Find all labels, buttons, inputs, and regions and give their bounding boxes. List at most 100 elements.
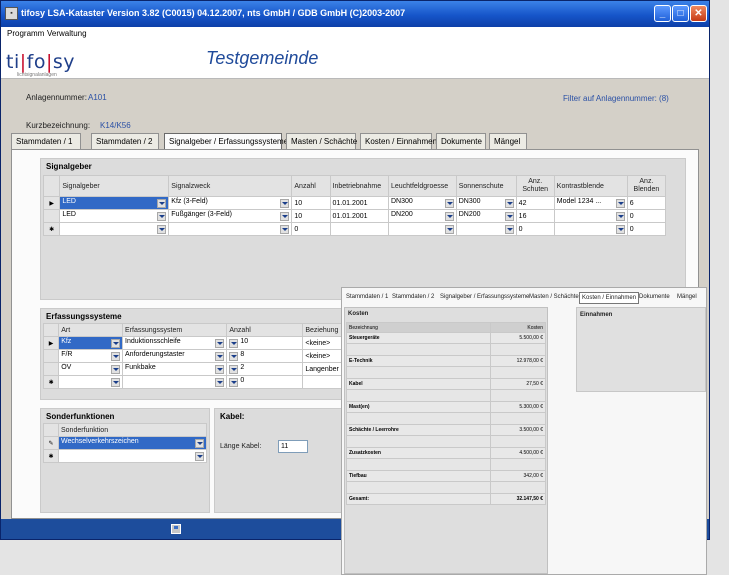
cell[interactable]: Anforderungstaster xyxy=(122,349,228,363)
dropdown-arrow-icon[interactable] xyxy=(280,225,290,234)
dropdown-arrow-icon[interactable] xyxy=(504,199,514,208)
cell[interactable]: 6 xyxy=(626,196,667,210)
cell[interactable] xyxy=(59,222,170,236)
table-row[interactable]: Kabel 27,50 € xyxy=(346,378,546,390)
dropdown-arrow-icon[interactable] xyxy=(157,225,167,234)
overlay-tab-masten[interactable]: Masten / Schächte xyxy=(527,292,581,304)
cell[interactable]: LED xyxy=(59,196,170,210)
cost-amount[interactable]: 342,00 € xyxy=(490,470,546,482)
table-row[interactable]: F/R Anforderungstaster 8 <keine> xyxy=(42,349,349,363)
cell[interactable] xyxy=(58,449,207,463)
cell[interactable]: 10 xyxy=(291,196,331,210)
table-row[interactable]: E-Technik 12.978,00 € xyxy=(346,355,546,367)
cost-amount[interactable]: 27,50 € xyxy=(490,378,546,390)
cell[interactable] xyxy=(387,222,457,236)
cell[interactable] xyxy=(553,222,628,236)
overlay-tab-signalgeber[interactable]: Signalgeber / Erfassungssysteme xyxy=(438,292,531,304)
dropdown-arrow-icon[interactable] xyxy=(444,225,454,234)
cell[interactable]: 0 xyxy=(626,222,667,236)
cell[interactable]: 01.01.2001 xyxy=(329,209,389,223)
cell[interactable]: 10 xyxy=(226,336,304,350)
dropdown-arrow-icon[interactable] xyxy=(111,365,121,374)
dropdown-arrow-icon[interactable] xyxy=(195,452,204,461)
tab-signalgeber[interactable]: Signalgeber / Erfassungssysteme xyxy=(164,133,288,150)
table-row[interactable]: Tiefbau 342,00 € xyxy=(346,470,546,482)
tab-masten[interactable]: Masten / Schächte xyxy=(286,133,357,149)
title-bar[interactable]: ▪ tifosy LSA-Kataster Version 3.82 (C001… xyxy=(1,1,709,27)
cost-amount[interactable]: 5.300,00 € xyxy=(490,401,546,413)
cell[interactable]: 10 xyxy=(291,209,331,223)
app-icon[interactable]: ▪ xyxy=(5,7,18,20)
cell[interactable]: 0 xyxy=(515,222,555,236)
minimize-icon[interactable]: _ xyxy=(654,5,671,22)
dropdown-arrow-icon[interactable] xyxy=(229,352,239,361)
cell[interactable]: DN200 xyxy=(387,209,457,223)
table-row[interactable]: LED Fußgänger (3-Feld) 10 01.01.2001 DN2… xyxy=(42,209,667,223)
cell[interactable]: Fußgänger (3-Feld) xyxy=(168,209,293,223)
overlay-tab-kosten[interactable]: Kosten / Einnahmen xyxy=(579,292,640,304)
table-row-new[interactable]: ✱ 0 0 0 xyxy=(42,222,667,236)
filter-status[interactable]: Filter auf Anlagennummer: (8) xyxy=(563,94,669,103)
laenge-kabel-input[interactable]: 11 xyxy=(278,440,308,453)
cell[interactable]: 0 xyxy=(626,209,667,223)
close-icon[interactable]: ✕ xyxy=(690,5,707,22)
dropdown-arrow-icon[interactable] xyxy=(195,439,204,448)
dropdown-arrow-icon[interactable] xyxy=(615,212,625,221)
dropdown-arrow-icon[interactable] xyxy=(215,378,225,387)
cell[interactable]: Kfz (3-Feld) xyxy=(168,196,293,210)
dropdown-arrow-icon[interactable] xyxy=(215,365,225,374)
dropdown-arrow-icon[interactable] xyxy=(157,199,167,208)
dropdown-arrow-icon[interactable] xyxy=(280,199,290,208)
cell[interactable]: LED xyxy=(59,209,170,223)
tab-maengel[interactable]: Mängel xyxy=(489,133,527,149)
overlay-tab-stammdaten-1[interactable]: Stammdaten / 1 xyxy=(344,292,390,304)
dropdown-arrow-icon[interactable] xyxy=(615,225,625,234)
cell[interactable] xyxy=(455,222,517,236)
cell[interactable]: 42 xyxy=(515,196,555,210)
dropdown-arrow-icon[interactable] xyxy=(444,212,454,221)
cell[interactable]: DN300 xyxy=(387,196,457,210)
table-row-new[interactable]: ✱ 0 xyxy=(42,375,349,389)
cell[interactable]: Wechselverkehrszeichen xyxy=(58,436,207,450)
dropdown-arrow-icon[interactable] xyxy=(215,339,225,348)
cell[interactable] xyxy=(329,222,389,236)
cell[interactable]: 01.01.2001 xyxy=(329,196,389,210)
cell[interactable]: 8 xyxy=(226,349,304,363)
tab-dokumente[interactable]: Dokumente xyxy=(436,133,486,149)
dropdown-arrow-icon[interactable] xyxy=(615,199,625,208)
cell[interactable]: Funkbake xyxy=(122,362,228,376)
tab-stammdaten-1[interactable]: Stammdaten / 1 xyxy=(11,133,81,149)
dropdown-arrow-icon[interactable] xyxy=(504,225,514,234)
dropdown-arrow-icon[interactable] xyxy=(215,352,225,361)
table-row-new[interactable]: ✱ xyxy=(43,449,207,463)
cost-amount[interactable]: 3.500,00 € xyxy=(490,424,546,436)
overlay-tab-maengel[interactable]: Mängel xyxy=(675,292,699,304)
table-row[interactable]: ▶ Kfz Induktionsschleife 10 <keine> xyxy=(42,336,349,350)
dropdown-arrow-icon[interactable] xyxy=(229,378,239,387)
cell[interactable]: ÖV xyxy=(58,362,124,376)
table-row[interactable]: Schächte / Leerrohre 3.500,00 € xyxy=(346,424,546,436)
cell[interactable] xyxy=(168,222,293,236)
cost-amount[interactable]: 12.978,00 € xyxy=(490,355,546,367)
dropdown-arrow-icon[interactable] xyxy=(444,199,454,208)
tab-stammdaten-2[interactable]: Stammdaten / 2 xyxy=(91,133,159,149)
cell[interactable] xyxy=(553,209,628,223)
save-icon[interactable] xyxy=(171,524,181,534)
cell[interactable]: DN200 xyxy=(455,209,517,223)
dropdown-arrow-icon[interactable] xyxy=(280,212,290,221)
cell[interactable]: Model 1234 ... xyxy=(553,196,628,210)
dropdown-arrow-icon[interactable] xyxy=(504,212,514,221)
cell[interactable]: 2 xyxy=(226,362,304,376)
cost-amount[interactable]: 5.500,00 € xyxy=(490,332,546,344)
cell[interactable]: Kfz xyxy=(58,336,124,350)
dropdown-arrow-icon[interactable] xyxy=(229,365,239,374)
cell[interactable] xyxy=(122,375,228,389)
cell[interactable]: 0 xyxy=(226,375,304,389)
cell[interactable]: F/R xyxy=(58,349,124,363)
table-row[interactable]: Mast(en) 5.300,00 € xyxy=(346,401,546,413)
cell[interactable]: 0 xyxy=(291,222,331,236)
table-row[interactable]: ÖV Funkbake 2 Langenber xyxy=(42,362,349,376)
cell[interactable]: DN300 xyxy=(455,196,517,210)
cost-amount[interactable]: 4.500,00 € xyxy=(490,447,546,459)
dropdown-arrow-icon[interactable] xyxy=(111,378,121,387)
